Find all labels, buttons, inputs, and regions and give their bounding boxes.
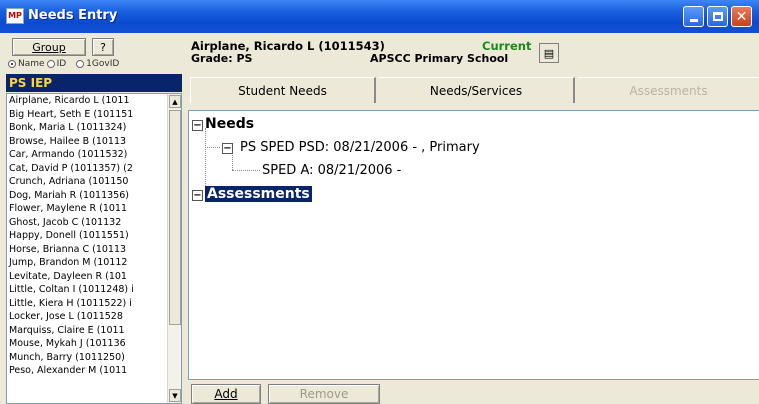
collapse-needs-icon[interactable]: − xyxy=(192,120,203,131)
window-title: Needs Entry xyxy=(28,8,118,23)
student-list-item[interactable]: Ghost, Jacob C (101132 xyxy=(7,216,168,230)
app-icon: MP xyxy=(6,8,24,24)
remove-button: Remove xyxy=(268,384,380,404)
scroll-down-icon[interactable]: ▼ xyxy=(169,389,181,402)
maximize-icon xyxy=(712,12,723,21)
radio-name[interactable] xyxy=(8,60,16,68)
help-button[interactable]: ? xyxy=(92,38,114,56)
student-list-item[interactable]: Flower, Maylene R (1011 xyxy=(7,202,168,216)
title-bar[interactable]: MP Needs Entry ✕ xyxy=(0,0,759,33)
radio-id-label: ID xyxy=(56,59,67,69)
student-list-items: Airplane, Ricardo L (1011 Big Heart, Seth… xyxy=(7,94,181,378)
student-list-item[interactable]: Levitate, Dayleen R (101 xyxy=(7,270,168,284)
tree-node-needs[interactable]: Needs xyxy=(205,116,254,132)
radio-govid[interactable] xyxy=(76,60,85,68)
tab-needs-services[interactable]: Needs/Services xyxy=(379,77,575,103)
tree-node-assessments[interactable]: Assessments xyxy=(205,186,312,202)
student-list-item[interactable]: Little, Coltan I (1011248) i xyxy=(7,283,168,297)
tree-node-ps-sped[interactable]: PS SPED PSD: 08/21/2006 - , Primary xyxy=(240,140,480,155)
scroll-thumb[interactable] xyxy=(169,110,181,325)
student-list-item[interactable]: Happy, Donell (1011551) xyxy=(7,229,168,243)
minimize-button[interactable] xyxy=(683,6,704,27)
student-list-scrollbar[interactable]: ▲ ▼ xyxy=(167,94,181,403)
student-list-item[interactable]: Jump, Brandon M (10112 xyxy=(7,256,168,270)
student-list-item[interactable]: Munch, Barry (1011250) xyxy=(7,351,168,365)
student-list-item[interactable]: Marquiss, Claire E (1011 xyxy=(7,324,168,338)
tree-connector xyxy=(232,170,260,171)
tree-connector xyxy=(205,147,220,148)
close-icon: ✕ xyxy=(735,8,748,25)
search-mode-radios: Name ID 1GovID xyxy=(8,59,119,69)
student-grade: Grade: PS xyxy=(191,52,253,65)
group-button[interactable]: Group xyxy=(12,38,86,56)
print-icon: ▤ xyxy=(543,46,555,60)
student-list-item[interactable]: Bonk, Maria L (1011324) xyxy=(7,121,168,135)
student-list-item[interactable]: Airplane, Ricardo L (1011 xyxy=(7,94,168,108)
student-list-item[interactable]: Locker, Jose L (1011528 xyxy=(7,310,168,324)
minimize-icon xyxy=(689,19,698,22)
student-list-item[interactable]: Crunch, Adriana (101150 xyxy=(7,175,168,189)
student-list[interactable]: Airplane, Ricardo L (1011 Big Heart, Seth… xyxy=(6,93,182,404)
collapse-ps-sped-icon[interactable]: − xyxy=(222,143,233,154)
tree-connector xyxy=(232,153,233,170)
student-list-item[interactable]: Browse, Hailee B (10113 xyxy=(7,135,168,149)
student-list-item[interactable]: Car, Armando (1011532) xyxy=(7,148,168,162)
student-name: Airplane, Ricardo L (1011543) xyxy=(191,39,385,53)
app-icon-text: MP xyxy=(8,11,22,20)
student-list-item[interactable]: Horse, Brianna C (10113 xyxy=(7,243,168,257)
close-button[interactable]: ✕ xyxy=(731,6,752,27)
student-list-item[interactable]: Dog, Mariah R (1011356) xyxy=(7,189,168,203)
student-list-header: PS IEP xyxy=(6,74,182,92)
status-badge: Current xyxy=(482,39,532,53)
tree-node-sped-a[interactable]: SPED A: 08/21/2006 - xyxy=(262,163,401,178)
school-name: APSCC Primary School xyxy=(370,52,509,65)
radio-govid-label: 1GovID xyxy=(86,59,120,69)
scroll-up-icon[interactable]: ▲ xyxy=(169,95,181,108)
student-list-item[interactable]: Mouse, Mykah J (101136 xyxy=(7,337,168,351)
collapse-assessments-icon[interactable]: − xyxy=(192,190,203,201)
tab-student-needs[interactable]: Student Needs xyxy=(190,77,376,103)
left-panel-controls: Group ? Name ID 1GovID xyxy=(6,38,181,72)
student-list-item[interactable]: Big Heart, Seth E (101151 xyxy=(7,108,168,122)
radio-id[interactable] xyxy=(46,60,55,68)
radio-name-label: Name xyxy=(18,59,45,69)
maximize-button[interactable] xyxy=(707,6,728,27)
student-list-item[interactable]: Little, Kiera H (1011522) i xyxy=(7,297,168,311)
tab-assessments: Assessments xyxy=(578,77,759,103)
print-button[interactable]: ▤ xyxy=(539,43,559,63)
student-list-item[interactable]: Peso, Alexander M (1011 xyxy=(7,364,168,378)
student-list-item[interactable]: Cat, David P (1011357) (2 xyxy=(7,162,168,176)
tree-connector xyxy=(205,128,206,194)
add-button[interactable]: Add xyxy=(191,384,261,404)
